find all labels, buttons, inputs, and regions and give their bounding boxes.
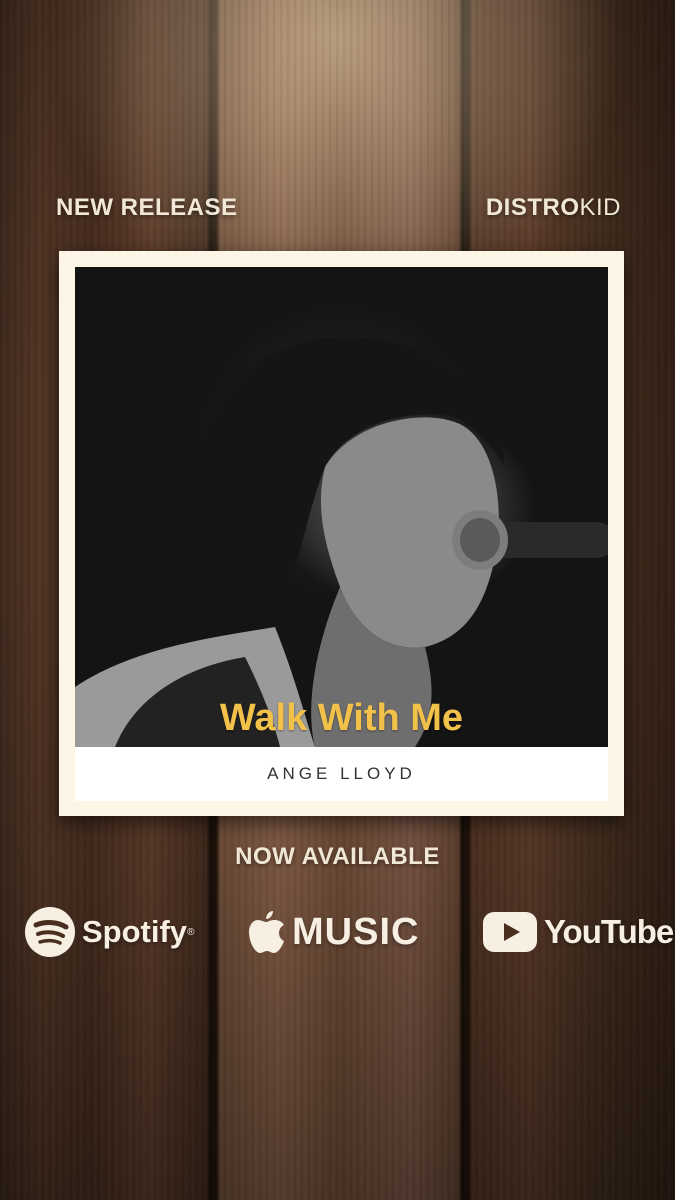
distrokid-bold: DISTRO (485, 194, 580, 221)
now-available-label: NOW AVAILABLE (235, 843, 440, 870)
new-release-label: NEW RELEASE (56, 194, 238, 221)
apple-music-label: MUSIC (292, 910, 420, 953)
youtube-play-icon (483, 912, 537, 952)
singer-silhouette (75, 337, 608, 747)
album-cover-photo: Walk With Me (75, 267, 608, 747)
spotify-label: Spotify (82, 914, 188, 949)
album-title: Walk With Me (219, 697, 464, 739)
distrokid-logo: DISTROKID (486, 194, 621, 222)
youtube-link[interactable]: YouTube (482, 900, 674, 964)
spotify-link[interactable]: Spotify ® (24, 900, 194, 964)
artist-name: ANGE LLOYD (267, 764, 416, 783)
album-cover-frame: Walk With Me ANGE LLOYD (59, 251, 624, 816)
youtube-label: YouTube (544, 913, 674, 950)
trademark-mark: ® (187, 926, 195, 938)
apple-music-link[interactable]: MUSIC (248, 900, 419, 964)
apple-icon (249, 911, 284, 953)
artist-bar: ANGE LLOYD (75, 747, 608, 801)
distrokid-light: KID (579, 194, 621, 221)
spotify-icon (25, 907, 75, 957)
streaming-services: Spotify ® MUSIC YouTube (0, 900, 675, 964)
